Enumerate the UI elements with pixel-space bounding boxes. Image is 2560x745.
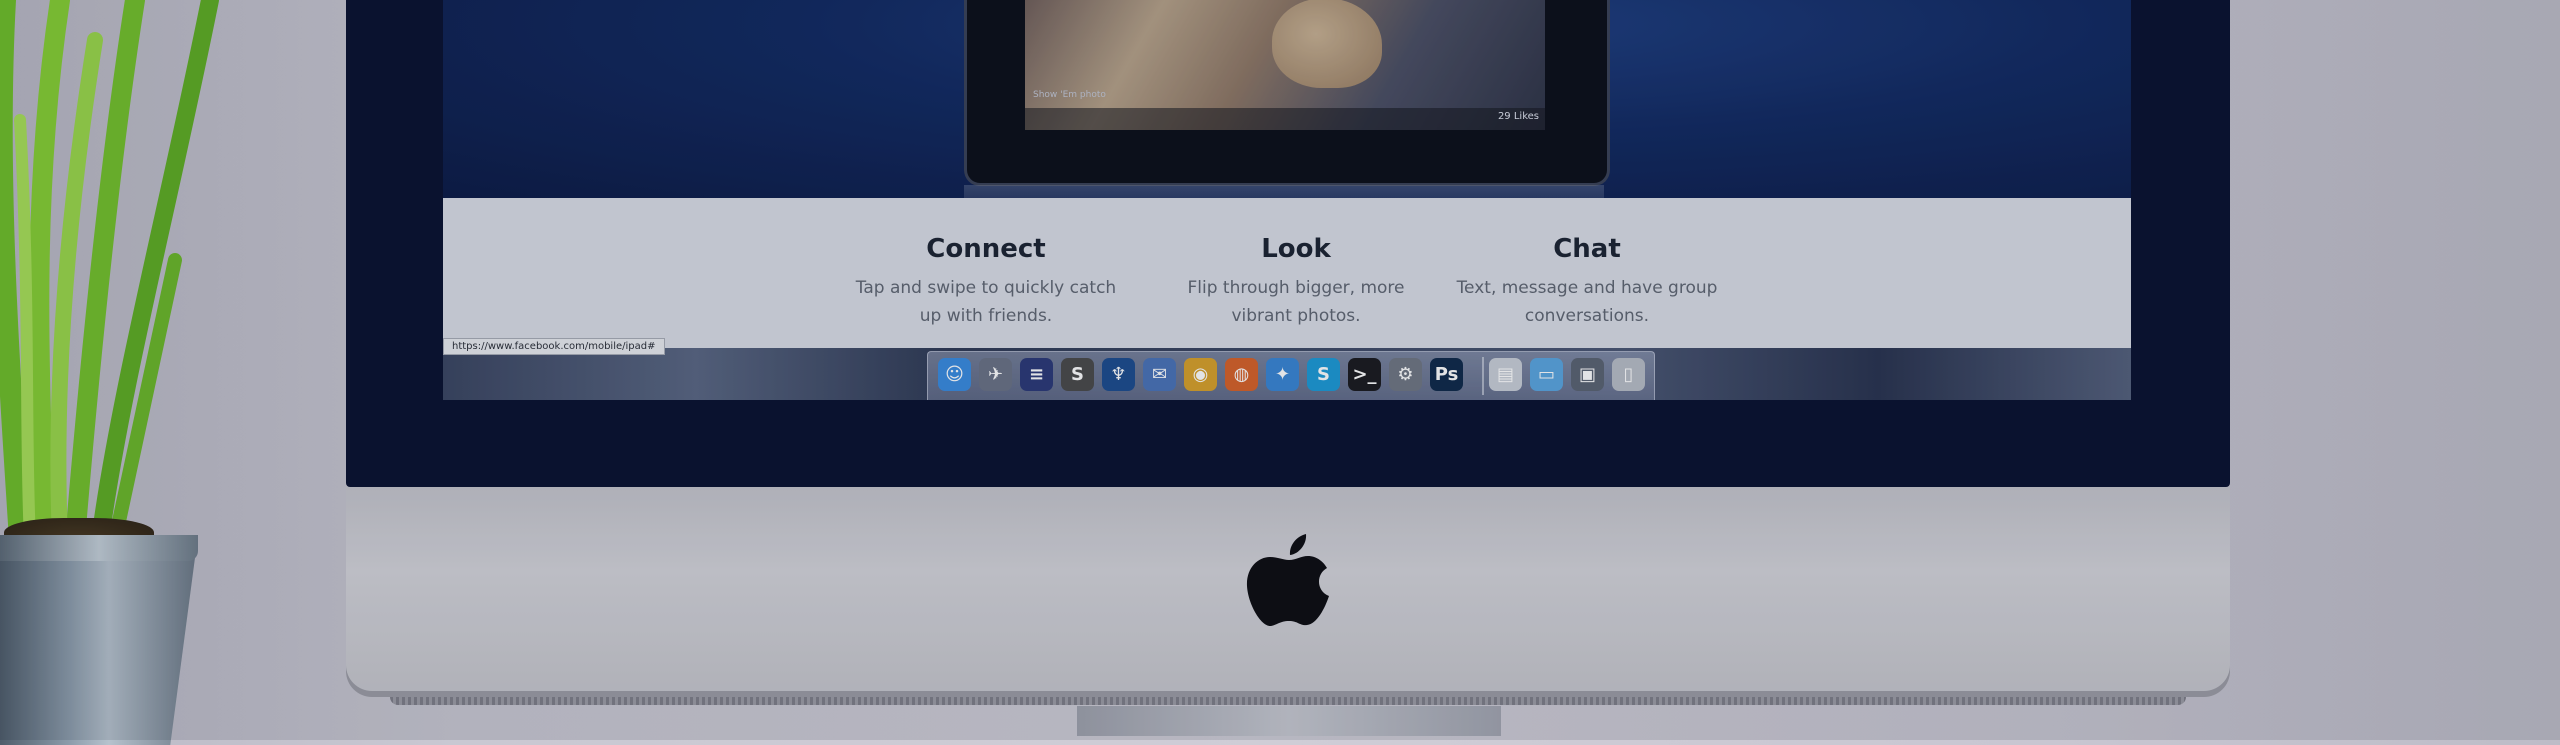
- launchpad-icon[interactable]: ✈: [979, 358, 1012, 391]
- safari-icon[interactable]: ✦: [1266, 358, 1299, 391]
- chin-vent-edge: [390, 697, 2186, 705]
- feature-desc-line: conversations.: [1524, 306, 1650, 326]
- plant-leaves: [0, 0, 219, 551]
- display-screen: Show 'Em photo 29 Likes Connect Tap and …: [443, 0, 2131, 400]
- metal-pot: [0, 535, 198, 745]
- dock-separator: [1482, 357, 1484, 395]
- tablet-photo-caption: Show 'Em photo: [1033, 90, 1106, 100]
- trash-icon[interactable]: ▯: [1612, 358, 1645, 391]
- feature-desc-line: vibrant photos.: [1231, 306, 1361, 326]
- imac-computer: Show 'Em photo 29 Likes Connect Tap and …: [346, 0, 2230, 736]
- display-bezel: Show 'Em photo 29 Likes Connect Tap and …: [346, 0, 2230, 487]
- feature-title: Chat: [1553, 234, 1621, 264]
- imac-stand: [1077, 706, 1501, 736]
- finder-icon[interactable]: ☺: [938, 358, 971, 391]
- feature-title: Look: [1261, 234, 1331, 264]
- chrome-icon[interactable]: ◉: [1184, 358, 1217, 391]
- pug-in-photo: [1272, 0, 1382, 88]
- browser-status-url: https://www.facebook.com/mobile/ipad#: [443, 338, 665, 355]
- folder-icon[interactable]: ▭: [1530, 358, 1563, 391]
- pot-rim: [0, 535, 198, 561]
- feature-title: Connect: [926, 234, 1046, 264]
- tablet-photo-toolbar: [1025, 108, 1545, 130]
- sourcetree-icon[interactable]: ♆: [1102, 358, 1135, 391]
- document-icon[interactable]: ▤: [1489, 358, 1522, 391]
- photoshop-icon[interactable]: Ps: [1430, 358, 1463, 391]
- feature-section: Connect Tap and swipe to quickly catch u…: [443, 198, 2131, 372]
- screen-icon[interactable]: ▣: [1571, 358, 1604, 391]
- feature-desc-line: Tap and swipe to quickly catch: [855, 278, 1117, 298]
- feature-chat: Chat Text, message and have group conver…: [1437, 234, 1737, 330]
- terminal-icon[interactable]: >_: [1348, 358, 1381, 391]
- feature-connect: Connect Tap and swipe to quickly catch u…: [836, 234, 1136, 330]
- system-preferences-icon[interactable]: ⚙: [1389, 358, 1422, 391]
- webpage-hero: Show 'Em photo 29 Likes: [443, 0, 2131, 225]
- feature-desc-line: Text, message and have group: [1456, 278, 1718, 298]
- firefox-icon[interactable]: ◍: [1225, 358, 1258, 391]
- sublime-icon[interactable]: S: [1061, 358, 1094, 391]
- feature-desc-line: up with friends.: [919, 306, 1053, 326]
- ipad-mockup: Show 'Em photo 29 Likes: [964, 0, 1610, 186]
- imac-chin: [346, 487, 2230, 697]
- feature-look: Look Flip through bigger, more vibrant p…: [1146, 234, 1446, 330]
- potted-plant: [0, 0, 230, 745]
- skype-icon[interactable]: S: [1307, 358, 1340, 391]
- apple-logo-icon: [1246, 534, 1329, 627]
- eclipse-icon[interactable]: ≡: [1020, 358, 1053, 391]
- macos-dock: ☺ ✈ ≡ S ♆ ✉ ◉ ◍ ✦ S >_ ⚙ Ps ▤ ▭ ▣ ▯: [927, 351, 1655, 400]
- thunderbird-icon[interactable]: ✉: [1143, 358, 1176, 391]
- feature-desc-line: Flip through bigger, more: [1187, 278, 1405, 298]
- tablet-likes-count: 29 Likes: [1497, 111, 1539, 122]
